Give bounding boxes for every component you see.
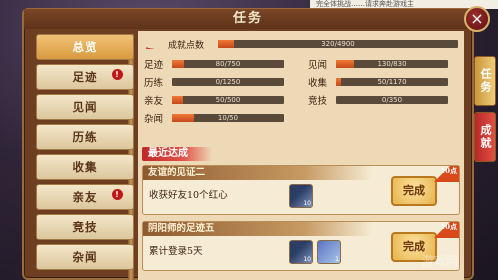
stat-progress-value: 80/750 — [215, 60, 241, 68]
stat-label: 见闻 — [308, 60, 328, 71]
stat-label: 足迹 — [144, 60, 164, 71]
stat-label: 收集 — [308, 78, 328, 89]
achievement-card: 友谊的见证二 收获好友10个红心 完成 10点 10 — [142, 165, 460, 215]
scroll-icon[interactable]: 10 — [289, 184, 313, 208]
panel-title: 任务 — [24, 9, 472, 29]
stat-progress-bar: 10/50 — [172, 114, 284, 122]
achievement-title: 阴阳师的足迹五 — [143, 222, 373, 236]
achievement-points-label: 成就点数 — [168, 41, 205, 51]
nav-item-label: 总览 — [72, 40, 98, 54]
reward-count: 10 — [303, 256, 311, 263]
stat-progress-value: 130/830 — [377, 60, 407, 68]
nav-item-label: 历练 — [72, 130, 98, 144]
stat-progress-value: 50/500 — [215, 96, 241, 104]
points-value: 10点 — [440, 166, 457, 175]
nav-item-label: 杂闻 — [72, 250, 98, 264]
nav-item-label: 足迹 — [72, 70, 98, 84]
recent-achievements-title: 最近达成 — [142, 147, 212, 161]
stat-progress-bar: 0/350 — [336, 96, 448, 104]
fan-icon — [146, 37, 164, 49]
stat-progress-bar: 50/500 — [172, 96, 284, 104]
close-button[interactable]: × — [464, 6, 490, 32]
achievement-card: 阴阳师的足迹五 累计登录5天 完成 10点 10 1 — [142, 221, 460, 271]
stat-progress-bar: 50/1170 — [336, 78, 448, 86]
nav-item-label: 亲友 — [72, 190, 98, 204]
nav-item[interactable]: 总览 — [36, 34, 134, 60]
nav-item[interactable]: 杂闻 — [36, 244, 134, 270]
nav-item[interactable]: 收集 — [36, 154, 134, 180]
side-tab[interactable]: 任务 — [474, 56, 496, 106]
bottles-icon[interactable]: 1 — [317, 240, 341, 264]
stat-progress-value: 50/1170 — [377, 78, 407, 86]
nav-item[interactable]: 见闻 — [36, 94, 134, 120]
nav-item[interactable]: 竞技 — [36, 214, 134, 240]
alert-badge: ! — [112, 69, 123, 80]
points-value: 10点 — [440, 222, 457, 231]
stat-label: 竞技 — [308, 96, 328, 107]
stat-label: 杂闻 — [144, 114, 164, 125]
alert-badge: ! — [112, 189, 123, 200]
stat-progress-value: 0/350 — [381, 96, 403, 104]
stat-label: 历练 — [144, 78, 164, 89]
stat-progress-bar: 130/830 — [336, 60, 448, 68]
nav-item-label: 收集 — [72, 160, 98, 174]
achievement-points-value: 320/4900 — [321, 40, 355, 48]
stat-progress-value: 10/50 — [217, 114, 239, 122]
stat-label: 亲友 — [144, 96, 164, 107]
nav-item[interactable]: 足迹! — [36, 64, 134, 90]
category-nav: 总览足迹! 见闻历练收集亲友! 竞技杂闻 — [36, 34, 134, 274]
achievement-description: 累计登录5天 — [149, 246, 203, 257]
reward-count: 1 — [335, 256, 339, 263]
achievement-description: 收获好友10个红心 — [149, 190, 228, 201]
nav-item-label: 竞技 — [72, 220, 98, 234]
stat-progress-bar: 80/750 — [172, 60, 284, 68]
stat-progress-value: 0/1250 — [215, 78, 241, 86]
nav-item[interactable]: 亲友! — [36, 184, 134, 210]
watermark: 游戏网 — [422, 254, 459, 268]
achievement-points-row: 成就点数 320/4900 — [146, 37, 458, 51]
nav-item-label: 见闻 — [72, 100, 98, 114]
achievement-overview: 成就点数 320/4900 足迹 80/750 见闻 130/830 历练 0/1250 收… — [138, 31, 464, 280]
stat-progress-bar: 0/1250 — [172, 78, 284, 86]
achievement-title: 友谊的见证二 — [143, 166, 373, 180]
side-tab[interactable]: 成就 — [474, 112, 496, 162]
reward-count: 10 — [303, 200, 311, 207]
achievement-points-bar: 320/4900 — [218, 40, 458, 48]
nav-item[interactable]: 历练 — [36, 124, 134, 150]
scroll-icon[interactable]: 10 — [289, 240, 313, 264]
